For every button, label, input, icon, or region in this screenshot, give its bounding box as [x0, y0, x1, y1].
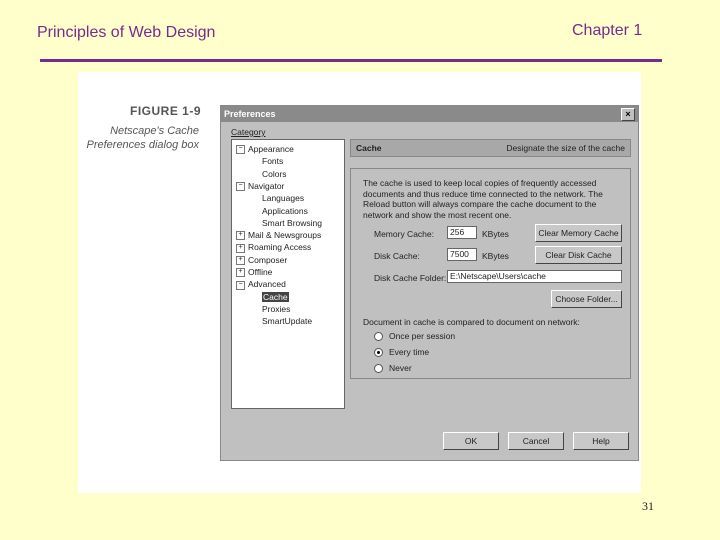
- memory-cache-input[interactable]: 256: [447, 226, 477, 239]
- tree-item-label: Colors: [262, 168, 287, 179]
- tree-item[interactable]: Applications: [262, 206, 308, 217]
- tree-item[interactable]: + Roaming Access: [236, 242, 311, 253]
- memory-unit-label: KBytes: [482, 229, 509, 239]
- tree-item-label: Advanced: [248, 279, 286, 290]
- clear-disk-cache-button[interactable]: Clear Disk Cache: [535, 246, 622, 264]
- compare-label: Document in cache is compared to documen…: [363, 317, 580, 327]
- panel-description: Designate the size of the cache: [506, 143, 625, 153]
- tree-item[interactable]: − Navigator: [236, 181, 284, 192]
- dialog-title: Preferences: [224, 109, 276, 119]
- expand-icon[interactable]: +: [236, 243, 245, 253]
- disk-cache-label: Disk Cache:: [374, 251, 420, 261]
- ok-button[interactable]: OK: [443, 432, 499, 450]
- chapter-label: Chapter 1: [572, 22, 643, 39]
- cache-info-text: The cache is used to keep local copies o…: [363, 178, 603, 220]
- tree-item-label: Mail & Newsgroups: [248, 230, 322, 241]
- tree-item-label: Appearance: [248, 144, 294, 154]
- tree-item[interactable]: + Mail & Newsgroups: [236, 230, 321, 241]
- tree-item[interactable]: Colors: [262, 169, 287, 180]
- radio-never[interactable]: Never: [374, 362, 412, 374]
- tree-item[interactable]: − Appearance: [236, 144, 294, 155]
- tree-item[interactable]: Languages: [262, 193, 304, 204]
- close-icon[interactable]: ×: [621, 108, 635, 121]
- radio-label: Every time: [389, 347, 430, 357]
- tree-item[interactable]: SmartUpdate: [262, 316, 312, 327]
- tree-item-label: Languages: [262, 193, 305, 204]
- tree-item-label: Navigator: [248, 180, 285, 191]
- clear-memory-cache-button[interactable]: Clear Memory Cache: [535, 224, 622, 242]
- radio-every-time[interactable]: Every time: [374, 346, 429, 358]
- panel-header: Cache Designate the size of the cache: [350, 139, 631, 157]
- figure-label: FIGURE 1-9: [130, 104, 202, 118]
- tree-item-label: Proxies: [262, 303, 291, 314]
- collapse-icon[interactable]: −: [236, 280, 245, 290]
- tree-item-label: Applications: [262, 205, 308, 216]
- cancel-button[interactable]: Cancel: [508, 432, 564, 450]
- disk-cache-folder-label: Disk Cache Folder:: [374, 273, 447, 283]
- tree-item-label: Fonts: [262, 156, 284, 167]
- radio-label: Never: [389, 363, 412, 373]
- radio-once-per-session[interactable]: Once per session: [374, 330, 455, 342]
- tree-item[interactable]: Fonts: [262, 156, 283, 167]
- category-label: Category: [231, 127, 266, 137]
- disk-cache-input[interactable]: 7500: [447, 248, 477, 261]
- collapse-icon[interactable]: −: [236, 145, 245, 155]
- tree-item[interactable]: Proxies: [262, 304, 290, 315]
- tree-item-label: Cache: [262, 291, 289, 302]
- caption-line-1: Netscape's Cache: [110, 125, 199, 137]
- radio-button[interactable]: [374, 348, 383, 358]
- memory-cache-label: Memory Cache:: [374, 229, 434, 239]
- tree-item-label: Smart Browsing: [262, 217, 322, 228]
- collapse-icon[interactable]: −: [236, 182, 245, 192]
- expand-icon[interactable]: +: [236, 268, 245, 278]
- tree-item-label: Offline: [248, 267, 273, 277]
- choose-folder-button[interactable]: Choose Folder...: [551, 290, 622, 308]
- radio-button[interactable]: [374, 332, 383, 342]
- tree-item-label: SmartUpdate: [262, 316, 313, 327]
- slide-title: Principles of Web Design: [37, 24, 216, 41]
- expand-icon[interactable]: +: [236, 231, 245, 241]
- radio-button[interactable]: [374, 364, 383, 374]
- tree-item-label: Composer: [248, 254, 288, 265]
- tree-item[interactable]: + Composer: [236, 255, 287, 266]
- expand-icon[interactable]: +: [236, 255, 245, 265]
- page-number: 31: [642, 499, 654, 513]
- help-button[interactable]: Help: [573, 432, 629, 450]
- tree-item[interactable]: − Advanced: [236, 279, 286, 290]
- panel-title: Cache: [356, 143, 382, 153]
- radio-label: Once per session: [389, 331, 456, 341]
- figure-caption: Netscape's Cache Preferences dialog box: [79, 124, 199, 152]
- tree-item[interactable]: Cache: [262, 291, 289, 303]
- header-divider: [40, 59, 662, 62]
- caption-line-2: Preferences dialog box: [86, 139, 199, 151]
- disk-unit-label: KBytes: [482, 251, 509, 261]
- disk-cache-folder-input[interactable]: E:\Netscape\Users\cache: [447, 270, 622, 283]
- category-tree[interactable]: − Appearance Fonts Colors − Navigator Language…: [231, 139, 345, 409]
- dialog-titlebar: Preferences ×: [221, 106, 638, 122]
- tree-item-label: Roaming Access: [248, 242, 312, 253]
- tree-item[interactable]: Smart Browsing: [262, 218, 322, 229]
- preferences-dialog: Preferences × Category − Appearance Fonts C…: [220, 105, 639, 461]
- tree-item[interactable]: + Offline: [236, 267, 272, 278]
